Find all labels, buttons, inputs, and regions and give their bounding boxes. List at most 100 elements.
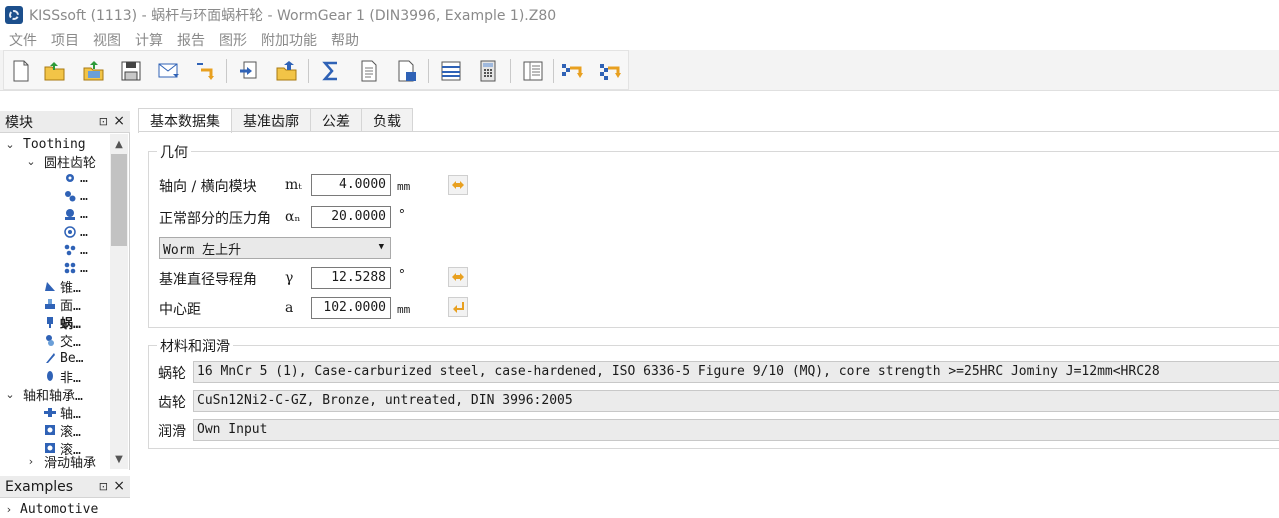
tree-item-cylindrical-gears[interactable]: ⌄ 圆柱齿轮 — [0, 152, 96, 171]
menu-project[interactable]: 项目 — [51, 30, 79, 50]
lead-angle-label: 基准直径导程角 — [159, 272, 257, 288]
tree-item-rack[interactable]: … — [64, 205, 88, 223]
open-folder-icon[interactable] — [42, 58, 68, 84]
new-file-icon[interactable] — [8, 58, 34, 84]
report-icon[interactable] — [356, 58, 382, 84]
modules-panel-header: 模块 ⊡ × — [0, 111, 130, 133]
module-input[interactable]: 4.0000 — [311, 174, 391, 196]
bevel-gear-icon — [45, 282, 55, 291]
module-convert-button[interactable] — [448, 175, 468, 195]
tab-load[interactable]: 负载 — [361, 108, 413, 132]
tab-reference-profile[interactable]: 基准齿廓 — [231, 108, 311, 132]
pin-icon[interactable]: ⊡ — [99, 480, 108, 493]
center-distance-unit: mm — [397, 303, 411, 316]
pressure-angle-symbol: αₙ — [285, 209, 301, 225]
rack-gear-icon — [65, 209, 75, 220]
import-icon[interactable] — [236, 58, 262, 84]
menu-help[interactable]: 帮助 — [331, 30, 359, 50]
crossed-helical-icon — [46, 335, 54, 346]
worm-material-field[interactable]: 16 MnCr 5 (1), Case-carburized steel, ca… — [193, 361, 1279, 383]
tree-item-shaft[interactable]: 轴… — [44, 403, 81, 422]
chevron-down-icon[interactable]: ⌄ — [26, 155, 36, 168]
save-icon[interactable] — [118, 58, 144, 84]
examples-item-automotive[interactable]: › Automotive — [0, 500, 130, 518]
face-gear-icon — [45, 299, 55, 309]
pin-icon[interactable]: ⊡ — [99, 115, 108, 128]
scroll-up-arrow-icon[interactable]: ▲ — [110, 136, 128, 152]
list-icon[interactable] — [438, 58, 464, 84]
lead-angle-input[interactable]: 12.5288 — [311, 267, 391, 289]
lead-angle-symbol: γ — [285, 270, 294, 286]
lubrication-field[interactable]: Own Input — [193, 419, 1279, 441]
gear-pair-icon — [65, 191, 76, 202]
title-bar: KISSsoft (1113) - 蜗杆与环面蜗杆轮 - WormGear 1 … — [0, 0, 1279, 30]
open-project-icon[interactable] — [81, 58, 107, 84]
geometry-group-title: 几何 — [157, 142, 191, 162]
tree-item-gear-pair[interactable]: … — [64, 187, 88, 205]
three-gears-icon — [64, 244, 76, 256]
chevron-right-icon[interactable]: › — [3, 503, 15, 516]
compare-icon[interactable] — [560, 58, 586, 84]
tab-basic-data[interactable]: 基本数据集 — [138, 108, 232, 133]
examples-panel-title: Examples — [5, 478, 74, 495]
chevron-right-icon[interactable]: › — [26, 455, 36, 468]
tree-item-plain-bearing[interactable]: › 滑动轴承 — [0, 452, 96, 471]
tree-item-four-gears[interactable]: … — [64, 259, 88, 277]
menu-view[interactable]: 视图 — [93, 30, 121, 50]
report-export-icon[interactable] — [394, 58, 420, 84]
email-icon[interactable] — [156, 58, 182, 84]
tree-item-crossed[interactable]: 交… — [44, 331, 81, 350]
scrollbar-thumb[interactable] — [111, 154, 127, 246]
calculator-icon[interactable] — [475, 58, 501, 84]
lead-angle-calc-button[interactable] — [448, 267, 468, 287]
tree-item-noncircular[interactable]: 非… — [44, 367, 81, 386]
tab-tolerances[interactable]: 公差 — [310, 108, 362, 132]
tree-item-gear-single[interactable]: … — [64, 169, 88, 187]
toolbar-separator — [226, 59, 227, 83]
sum-icon[interactable] — [318, 58, 344, 84]
four-gears-icon — [64, 262, 76, 274]
menu-file[interactable]: 文件 — [9, 30, 37, 50]
center-distance-input[interactable]: 102.0000 — [311, 297, 391, 319]
pressure-angle-input[interactable]: 20.0000 — [311, 206, 391, 228]
worm-material-label: 蜗轮 — [158, 366, 186, 382]
scroll-down-arrow-icon[interactable]: ▼ — [110, 451, 128, 467]
undo-icon[interactable] — [192, 58, 218, 84]
menu-calculation[interactable]: 计算 — [135, 30, 163, 50]
tree-scrollbar[interactable]: ▲ ▼ — [110, 134, 128, 469]
tree-item-rolling-bearing-1[interactable]: 滚… — [44, 421, 81, 440]
tree-item-planetary[interactable]: … — [64, 223, 88, 241]
close-icon[interactable]: × — [113, 478, 125, 494]
tree-item-bevel[interactable]: 锥… — [44, 277, 81, 296]
gear-icon — [66, 174, 74, 182]
pressure-angle-label: 正常部分的压力角 — [159, 211, 271, 227]
dropdown-arrow-icon[interactable]: ▼ — [379, 242, 384, 252]
tree-item-worm[interactable]: 蜗… — [44, 313, 81, 332]
export-folder-icon[interactable] — [274, 58, 300, 84]
pressure-angle-unit: ° — [398, 208, 406, 223]
gear-material-field[interactable]: CuSn12Ni2-C-GZ, Bronze, untreated, DIN 3… — [193, 390, 1279, 412]
menu-bar: 文件 项目 视图 计算 报告 图形 附加功能 帮助 — [0, 30, 1279, 50]
compare-all-icon[interactable] — [598, 58, 624, 84]
notes-icon[interactable] — [520, 58, 546, 84]
tree-item-beveloid[interactable]: Be… — [44, 349, 83, 367]
tree-item-shafts-bearings[interactable]: ⌄ 轴和轴承… — [0, 385, 82, 404]
module-unit: mm — [397, 180, 411, 193]
kisssoft-app-icon — [5, 6, 23, 24]
tree-item-face[interactable]: 面… — [44, 295, 81, 314]
double-arrow-icon — [452, 181, 464, 189]
chevron-down-icon[interactable]: ⌄ — [5, 138, 15, 151]
tree-item-toothing[interactable]: ⌄ Toothing — [0, 135, 85, 153]
toolbar-separator — [308, 59, 309, 83]
menu-report[interactable]: 报告 — [177, 30, 205, 50]
close-icon[interactable]: × — [113, 113, 125, 129]
worm-hand-select[interactable]: Worm 左上升 ▼ — [159, 237, 391, 259]
tree-item-three-gears[interactable]: … — [64, 241, 88, 259]
shaft-icon — [44, 408, 56, 417]
chevron-down-icon[interactable]: ⌄ — [5, 388, 15, 401]
center-distance-calc-button[interactable] — [448, 297, 468, 317]
menu-extras[interactable]: 附加功能 — [261, 30, 317, 50]
menu-graphics[interactable]: 图形 — [219, 30, 247, 50]
lead-angle-unit: ° — [398, 268, 406, 283]
return-arrow-icon — [453, 302, 464, 313]
